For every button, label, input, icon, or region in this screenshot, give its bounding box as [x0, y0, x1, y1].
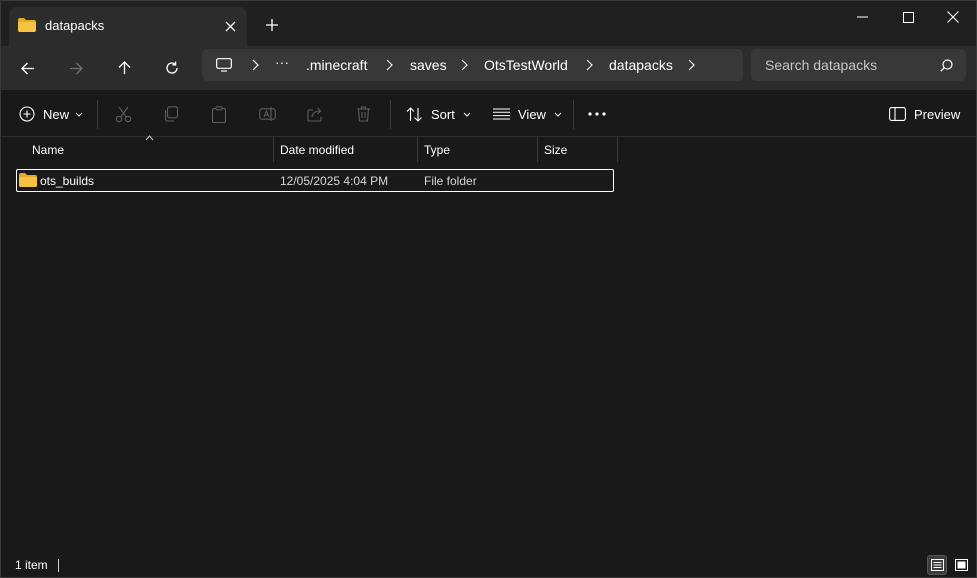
rename-icon: [259, 107, 276, 121]
folder-icon: [19, 173, 37, 187]
share-icon: [307, 107, 322, 122]
preview-pane-button[interactable]: Preview: [889, 101, 960, 127]
navigation-bar: ··· .minecraft saves OtsTestWorld datapa…: [1, 46, 976, 90]
search-box[interactable]: Search datapacks: [751, 49, 966, 81]
column-header-name[interactable]: Name: [26, 137, 273, 162]
search-icon: [940, 59, 953, 72]
forward-button[interactable]: [60, 52, 92, 84]
column-headers: Name Date modified Type Size: [1, 135, 976, 162]
preview-label: Preview: [914, 106, 961, 122]
sort-label: Sort: [431, 106, 455, 122]
arrow-left-icon: [21, 62, 34, 74]
more-options-button[interactable]: [588, 101, 606, 127]
breadcrumb-datapacks[interactable]: datapacks: [609, 57, 673, 73]
minimize-button[interactable]: [839, 1, 885, 33]
chevron-down-icon: [463, 112, 471, 117]
close-tab-button[interactable]: [219, 15, 241, 37]
breadcrumb-saves[interactable]: saves: [410, 57, 447, 73]
status-bar: 1 item: [1, 553, 976, 577]
sort-icon: [406, 106, 422, 122]
column-header-size[interactable]: Size: [538, 137, 617, 162]
command-bar: New Sort View Preview: [1, 90, 976, 137]
maximize-icon: [902, 11, 914, 23]
scissors-icon: [115, 106, 132, 122]
rename-button[interactable]: [259, 101, 276, 127]
copy-button[interactable]: [163, 101, 179, 127]
trash-icon: [357, 106, 370, 122]
chevron-down-icon: [75, 112, 83, 117]
new-button[interactable]: New: [19, 101, 83, 127]
back-button[interactable]: [12, 52, 44, 84]
chevron-right-icon: [252, 59, 259, 71]
search-input[interactable]: Search datapacks: [765, 57, 877, 73]
file-explorer-window: datapacks ··· .minecraft saves OtsTestWo…: [0, 0, 977, 578]
close-icon: [947, 11, 959, 23]
chevron-right-icon: [386, 59, 393, 71]
chevron-right-icon: [586, 59, 593, 71]
paste-button[interactable]: [211, 101, 227, 127]
breadcrumb-minecraft[interactable]: .minecraft: [306, 57, 367, 73]
tab-datapacks[interactable]: datapacks: [9, 7, 247, 46]
sort-button[interactable]: Sort: [406, 101, 471, 127]
separator: [390, 100, 391, 129]
plus-circle-icon: [19, 106, 35, 122]
refresh-button[interactable]: [156, 52, 188, 84]
folder-icon: [18, 18, 36, 32]
separator: [573, 100, 574, 129]
maximize-button[interactable]: [885, 1, 931, 33]
tab-title: datapacks: [45, 18, 105, 33]
title-bar: datapacks: [1, 1, 976, 46]
file-type: File folder: [424, 174, 477, 188]
preview-pane-icon: [889, 107, 906, 121]
breadcrumb-overflow[interactable]: ···: [275, 54, 289, 70]
breadcrumb-otstestworld[interactable]: OtsTestWorld: [484, 57, 568, 73]
this-pc-icon: [216, 58, 232, 72]
separator: [97, 100, 98, 129]
thumbnail-view-icon: [954, 559, 968, 571]
up-button[interactable]: [108, 52, 140, 84]
large-icons-view-button[interactable]: [951, 555, 971, 575]
details-view-button[interactable]: [927, 555, 947, 575]
status-divider: [58, 559, 59, 572]
copy-icon: [164, 106, 179, 122]
more-icon: [588, 112, 606, 116]
cut-button[interactable]: [115, 101, 132, 127]
chevron-down-icon: [554, 112, 562, 117]
chevron-right-icon[interactable]: [686, 59, 696, 71]
arrow-up-icon: [118, 61, 130, 74]
details-view-icon: [930, 559, 944, 571]
column-divider[interactable]: [617, 137, 618, 162]
arrow-right-icon: [70, 62, 83, 74]
refresh-icon: [166, 61, 178, 74]
column-header-type[interactable]: Type: [418, 137, 537, 162]
file-name: ots_builds: [40, 174, 95, 188]
minimize-icon: [856, 16, 868, 18]
view-button[interactable]: View: [493, 101, 562, 127]
column-header-date[interactable]: Date modified: [274, 137, 417, 162]
new-label: New: [43, 106, 70, 122]
item-count: 1 item: [15, 558, 48, 572]
file-row[interactable]: ots_builds 12/05/2025 4:04 PM File folde…: [16, 169, 614, 192]
plus-icon: [266, 19, 278, 31]
delete-button[interactable]: [356, 101, 371, 127]
clipboard-icon: [211, 105, 227, 123]
list-view-icon: [493, 108, 510, 120]
chevron-right-icon: [461, 59, 468, 71]
file-date: 12/05/2025 4:04 PM: [280, 174, 389, 188]
view-label: View: [518, 106, 546, 122]
new-tab-button[interactable]: [261, 14, 283, 36]
close-window-button[interactable]: [930, 1, 976, 33]
share-button[interactable]: [307, 101, 324, 127]
close-icon: [225, 21, 235, 31]
address-bar[interactable]: ··· .minecraft saves OtsTestWorld datapa…: [202, 49, 743, 81]
